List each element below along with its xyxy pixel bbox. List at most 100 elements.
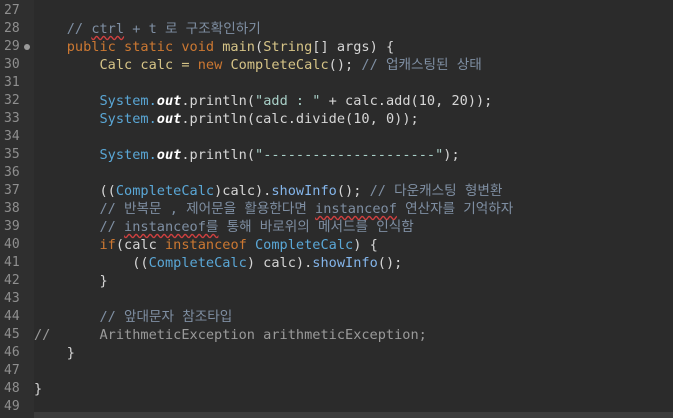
code-token: out [156,147,182,163]
code-line[interactable]: 29 public static void main(String[] args… [0,38,673,56]
line-number: 30 [4,57,20,72]
line-number: 34 [4,129,20,144]
code-token: new [197,57,231,73]
code-token: + t 로 구조확인하기 [124,21,261,37]
code-token: ( [255,39,264,55]
code-token: System. [99,111,157,127]
fold-marker-icon[interactable] [24,44,30,50]
code-text: System.out.println(calc.divide(10, 0)); [34,110,419,128]
code-token: main [222,39,255,55]
code-text: public static void main(String[] args) { [34,38,394,56]
code-text: // instanceof를 통해 바로위의 메서드를 인식함 [34,218,414,236]
code-line[interactable]: 43 [0,290,673,308]
code-line[interactable]: 45 // ArithmeticException arithmeticExcep… [0,326,673,344]
code-token: System. [99,147,157,163]
code-token: )calc). [214,183,272,199]
code-line[interactable]: 28 // ctrl + t 로 구조확인하기 [0,20,673,38]
code-line[interactable]: 44 // 앞대문자 참조타입 [0,308,673,326]
code-line[interactable]: 48} [0,380,673,398]
code-editor[interactable]: 27 28 // ctrl + t 로 구조확인하기 29 public stati… [0,0,673,418]
line-number: 47 [4,363,20,378]
code-line[interactable]: 31 [0,74,673,92]
line-number: 49 [4,399,20,414]
code-token: // 업캐스팅된 상태 [361,57,482,73]
line-number: 37 [4,183,20,198]
code-token: (); [328,57,362,73]
line-number: 43 [4,291,20,306]
code-text: ((CompleteCalc) calc).showInfo(); [34,254,402,272]
code-text: System.out.println("add : " + calc.add(1… [34,92,492,110]
code-token: out [156,93,182,109]
line-number: 42 [4,273,20,288]
code-token: // [99,219,125,235]
code-line[interactable]: 35 System.out.println("-----------------… [0,146,673,164]
code-token: // 다운캐스팅 형변환 [369,183,503,199]
code-text: // ctrl + t 로 구조확인하기 [34,20,261,38]
code-token: // [34,327,100,343]
code-token: [] args) { [312,39,395,55]
code-token: instanceof를 [124,219,219,235]
code-token: public static void [66,39,223,55]
code-token: CompleteCalc [255,237,354,253]
line-number: 38 [4,201,20,216]
code-token: showInfo [271,183,337,199]
code-token: 통해 바로위의 메서드를 인식함 [218,219,414,235]
code-token: (); [377,255,403,271]
code-token: Calc calc = [99,57,198,73]
code-line[interactable]: 39 // instanceof를 통해 바로위의 메서드를 인식함 [0,218,673,236]
code-token: out [156,111,182,127]
code-token: // 반복문 , 제어문을 활용한다면 [99,201,316,217]
code-token: "add : " [255,93,321,109]
line-number: 41 [4,255,20,270]
code-token: ctrl [91,21,125,37]
code-token: .println(calc.divide(10, 0)); [181,111,419,127]
code-text: } [34,344,75,362]
code-token: .println( [181,147,256,163]
code-text: System.out.println("--------------------… [34,146,459,164]
code-line[interactable]: 30 Calc calc = new CompleteCalc(); // 업캐… [0,56,673,74]
code-text: // ArithmeticException arithmeticExcepti… [34,326,427,344]
code-token: CompleteCalc [115,183,215,199]
code-token: CompleteCalc [148,255,247,271]
code-token: } [34,381,43,397]
code-line[interactable]: 40 if(calc instanceof CompleteCalc) { [0,236,673,254]
line-number: 35 [4,147,20,162]
code-token: ) calc). [246,255,313,271]
code-line[interactable]: 42 } [0,272,673,290]
code-token: 연산자를 기억하자 [396,201,514,217]
code-line[interactable]: 34 [0,128,673,146]
code-line[interactable]: 36 [0,164,673,182]
horizontal-scrollbar[interactable] [34,412,673,418]
line-number: 27 [4,3,20,18]
code-token: (calc [115,237,165,253]
code-line[interactable]: 27 [0,2,673,20]
line-number: 40 [4,237,20,252]
code-token: } [99,273,108,289]
code-token: // 앞대문자 참조타입 [99,309,233,325]
line-number: 33 [4,111,20,126]
code-token: (); [336,183,370,199]
code-text: } [34,380,42,398]
line-number: 29 [4,39,20,54]
code-line[interactable]: 41 ((CompleteCalc) calc).showInfo(); [0,254,673,272]
code-line[interactable]: 46 } [0,344,673,362]
code-line[interactable]: 33 System.out.println(calc.divide(10, 0)… [0,110,673,128]
code-text: Calc calc = new CompleteCalc(); // 업캐스팅된… [34,56,482,74]
code-line[interactable]: 32 System.out.println("add : " + calc.ad… [0,92,673,110]
code-text: ((CompleteCalc)calc).showInfo(); // 다운캐스… [34,182,502,200]
code-token: ) { [353,237,378,253]
code-line[interactable]: 37 ((CompleteCalc)calc).showInfo(); // 다… [0,182,673,200]
code-line[interactable]: 38 // 반복문 , 제어문을 활용한다면 instanceof 연산자를 기… [0,200,673,218]
code-line[interactable]: 47 [0,362,673,380]
line-number: 44 [4,309,20,324]
